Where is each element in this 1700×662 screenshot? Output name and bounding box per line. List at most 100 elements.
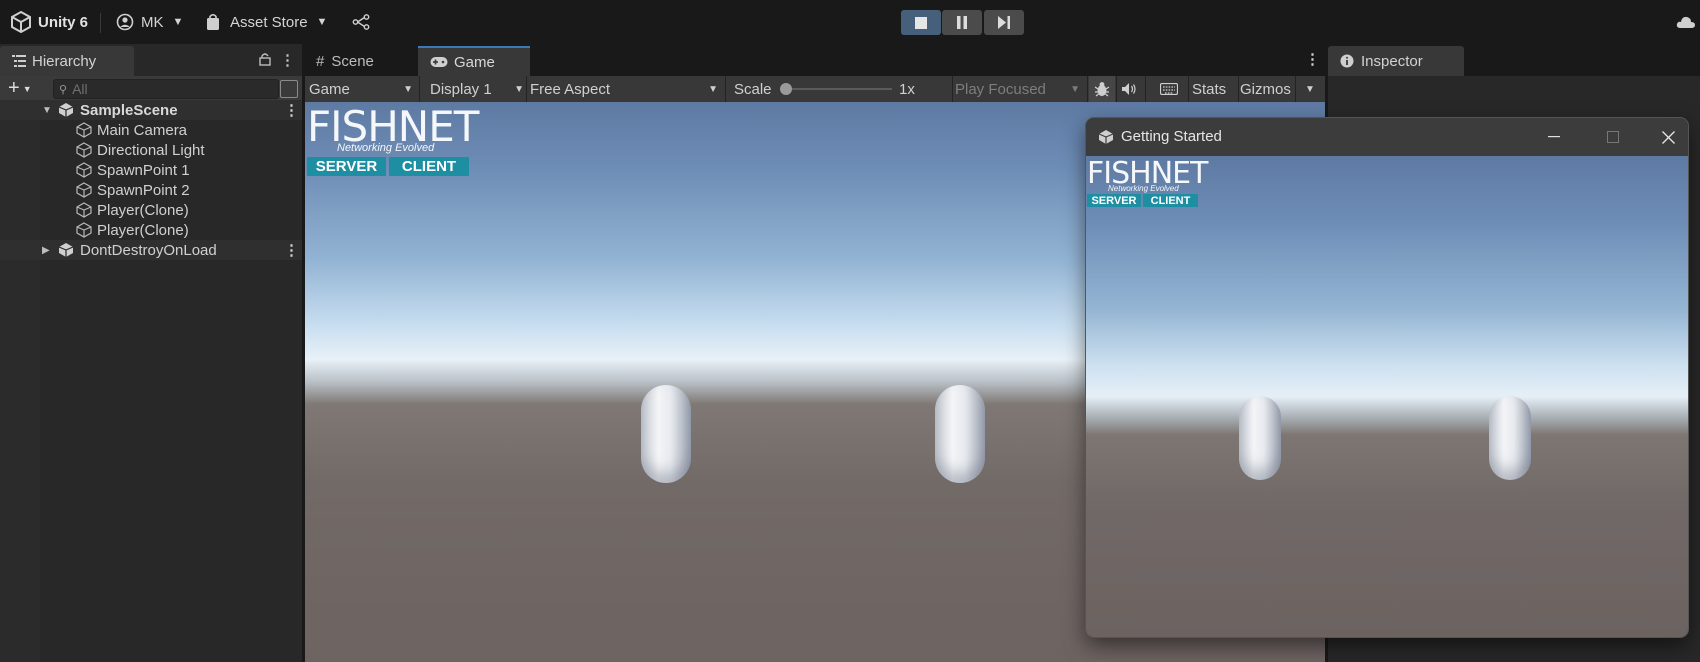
close-button[interactable]	[1648, 118, 1688, 156]
create-button[interactable]: + ▼	[8, 76, 32, 101]
hierarchy-item[interactable]: Main Camera	[0, 120, 302, 140]
hierarchy-icon	[12, 55, 26, 67]
hierarchy-item-label: Directional Light	[97, 141, 205, 159]
scale-slider-track[interactable]	[784, 88, 892, 90]
minimize-button[interactable]	[1531, 118, 1577, 156]
more-options-icon[interactable]: ⋮	[284, 101, 299, 119]
stats-button[interactable]: Stats	[1192, 76, 1226, 102]
fishnet-logo-subtitle: Networking Evolved	[1108, 184, 1179, 193]
pause-button[interactable]	[942, 10, 982, 35]
scale-slider-handle[interactable]	[780, 83, 792, 95]
chevron-down-icon: ▼	[1070, 83, 1080, 95]
app-name: Unity 6	[38, 13, 89, 31]
chevron-down-icon: ▼	[514, 83, 524, 95]
gameobject-cube-icon	[76, 182, 92, 198]
chevron-down-icon[interactable]: ▼	[1305, 76, 1315, 102]
client-game-viewport[interactable]: FISHNET Networking Evolved SERVER CLIENT	[1086, 156, 1688, 637]
minimize-icon	[1548, 136, 1560, 138]
step-icon	[998, 16, 1010, 29]
aspect-dropdown[interactable]: Free Aspect ▼	[530, 76, 724, 102]
hierarchy-item[interactable]: SpawnPoint 1	[0, 160, 302, 180]
player-capsule	[641, 385, 691, 483]
unity-app-icon	[1098, 130, 1114, 144]
game-mode-dropdown[interactable]: Game ▼	[309, 76, 419, 102]
display-dropdown[interactable]: Display 1 ▼	[430, 76, 526, 102]
game-mode-label: Game	[309, 80, 350, 98]
more-options-icon[interactable]: ⋮	[1305, 50, 1320, 68]
tab-hierarchy[interactable]: Hierarchy	[0, 46, 134, 76]
scale-label: Scale	[734, 80, 772, 98]
more-options-icon[interactable]: ⋮	[284, 241, 299, 259]
bug-icon[interactable]	[1089, 76, 1115, 102]
gizmos-button[interactable]: Gizmos	[1240, 76, 1291, 102]
window-title: Getting Started	[1121, 128, 1222, 145]
client-badge: CLIENT	[1143, 194, 1198, 207]
search-placeholder: All	[72, 81, 88, 97]
pause-icon	[957, 16, 967, 29]
maximize-icon	[1607, 131, 1619, 143]
scene-row[interactable]: ▼ SampleScene ⋮	[0, 100, 302, 120]
hierarchy-item-label: Player(Clone)	[97, 221, 189, 239]
gameobject-cube-icon	[76, 142, 92, 158]
play-focused-label: Play Focused	[955, 80, 1046, 98]
gameobject-cube-icon	[76, 202, 92, 218]
tab-game-label: Game	[454, 53, 495, 71]
window-titlebar[interactable]: Getting Started	[1086, 118, 1688, 156]
hierarchy-search-field[interactable]: ⚲ All	[53, 79, 279, 99]
expand-arrow-icon[interactable]: ▼	[42, 105, 52, 116]
stop-button[interactable]	[901, 10, 941, 35]
player-capsule	[1489, 396, 1531, 480]
version-control-icon[interactable]	[352, 0, 370, 44]
scale-value: 1x	[899, 80, 915, 98]
chevron-down-icon: ▼	[316, 16, 328, 28]
hierarchy-tab-label: Hierarchy	[32, 52, 97, 70]
plus-icon: +	[8, 77, 20, 99]
tab-scene-label: Scene	[331, 52, 374, 70]
server-badge: SERVER	[1087, 194, 1141, 207]
asset-store-dropdown[interactable]: Asset Store ▼	[205, 0, 327, 44]
expand-arrow-icon[interactable]: ▶	[42, 245, 50, 256]
chevron-down-icon: ▼	[403, 83, 413, 95]
hierarchy-item[interactable]: Directional Light	[0, 140, 302, 160]
hierarchy-item-label: Player(Clone)	[97, 201, 189, 219]
tab-game[interactable]: Game	[418, 46, 530, 76]
chevron-down-icon: ▼	[172, 16, 184, 28]
unity-logo-icon[interactable]	[10, 0, 32, 44]
shopping-bag-icon	[207, 13, 219, 30]
aspect-label: Free Aspect	[530, 80, 611, 98]
inspector-tab-label: Inspector	[1361, 52, 1423, 70]
fishnet-logo-subtitle: Networking Evolved	[337, 142, 435, 154]
hierarchy-item[interactable]: Player(Clone)	[0, 220, 302, 240]
cloud-icon[interactable]	[1676, 0, 1696, 44]
ddol-scene-name: DontDestroyOnLoad	[80, 241, 217, 259]
tab-inspector[interactable]: Inspector	[1328, 46, 1464, 76]
keyboard-icon[interactable]	[1160, 76, 1178, 102]
account-dropdown[interactable]: MK ▼	[116, 0, 183, 44]
grid-icon: #	[316, 52, 325, 70]
more-options-icon[interactable]: ⋮	[280, 51, 295, 69]
hierarchy-item[interactable]: SpawnPoint 2	[0, 180, 302, 200]
lock-icon[interactable]	[259, 52, 271, 71]
client-badge: CLIENT	[389, 157, 469, 176]
hierarchy-item[interactable]: Player(Clone)	[0, 200, 302, 220]
hierarchy-item-label: SpawnPoint 1	[97, 161, 190, 179]
account-label: MK	[141, 13, 164, 31]
unity-scene-icon	[58, 103, 74, 117]
center-tab-bar: # Scene Game ⋮	[305, 44, 1325, 76]
gameobject-cube-icon	[76, 122, 92, 138]
speaker-icon[interactable]	[1121, 76, 1137, 102]
display-label: Display 1	[430, 80, 492, 98]
getting-started-window[interactable]: Getting Started FISHNET Networking Evolv…	[1086, 118, 1688, 637]
stop-icon	[915, 16, 927, 29]
player-capsule	[935, 385, 985, 483]
scene-search-icon[interactable]	[280, 80, 298, 98]
gameobject-cube-icon	[76, 162, 92, 178]
play-focused-dropdown[interactable]: Play Focused ▼	[955, 76, 1086, 102]
tab-scene[interactable]: # Scene	[310, 46, 410, 76]
maximize-button[interactable]	[1590, 118, 1636, 156]
game-view-toolbar: Game ▼ Display 1 ▼ Free Aspect ▼ Scale 1…	[305, 76, 1325, 102]
server-badge: SERVER	[307, 157, 386, 176]
step-button[interactable]	[984, 10, 1024, 35]
close-icon	[1661, 130, 1675, 144]
ddol-scene-row[interactable]: ▶ DontDestroyOnLoad ⋮	[0, 240, 302, 260]
